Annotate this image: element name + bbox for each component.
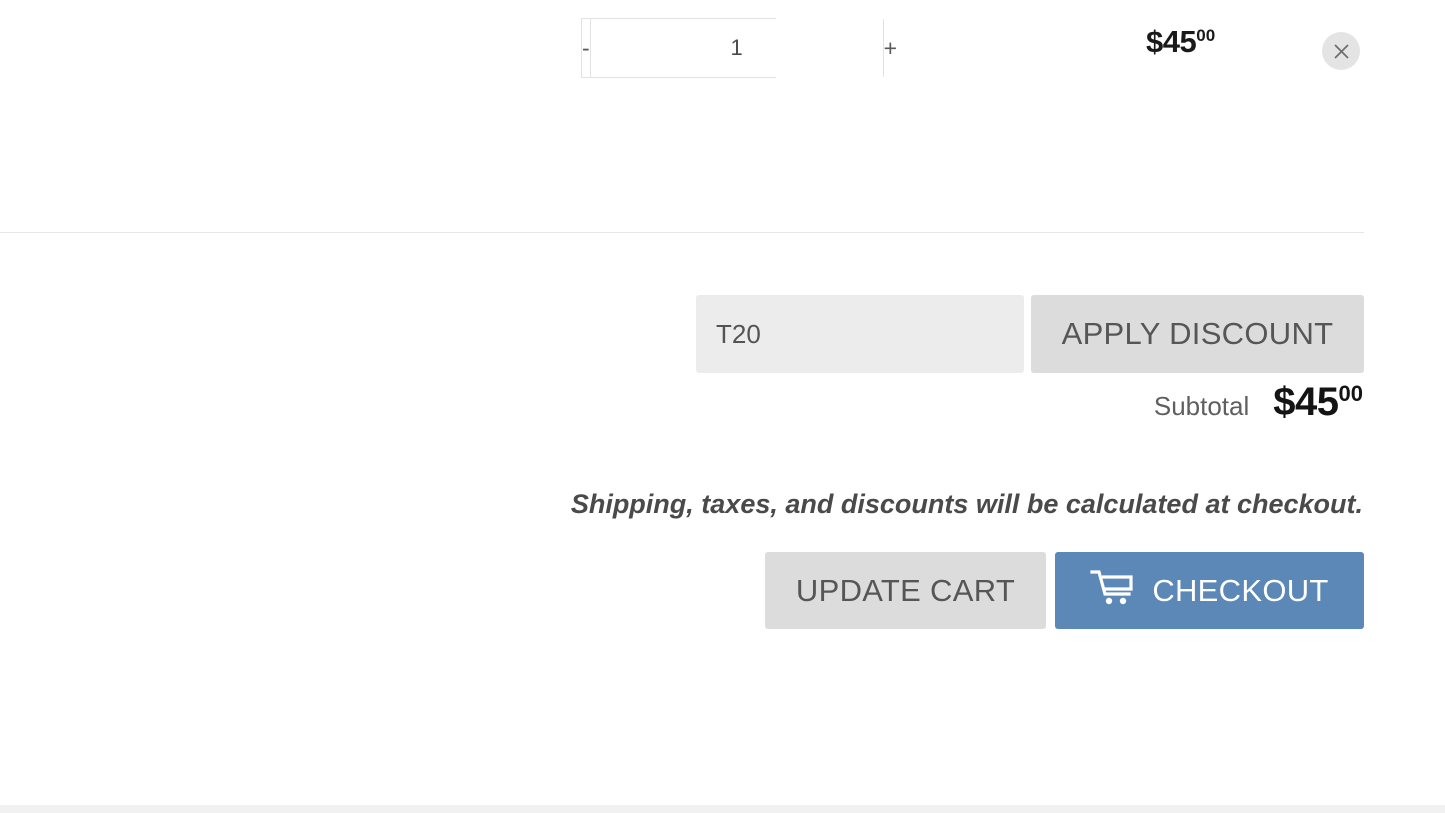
close-icon [1333,43,1350,60]
checkout-button[interactable]: CHECKOUT [1055,552,1364,629]
shopping-cart-icon [1090,569,1134,613]
line-item-price-dollars: $45 [1146,24,1197,59]
discount-row: APPLY DISCOUNT [696,295,1364,373]
page-bottom-strip [0,805,1445,813]
update-cart-button[interactable]: UPDATE CART [765,552,1046,629]
quantity-stepper[interactable]: - + [581,18,898,78]
subtotal-cents: 00 [1338,381,1363,406]
discount-code-input[interactable] [696,295,1024,373]
subtotal-label: Subtotal [1153,391,1250,421]
subtotal-amount: $4500 [1273,380,1363,425]
cart-divider [0,232,1364,233]
line-item-price-cents: 00 [1196,26,1216,45]
remove-item-button[interactable] [1322,32,1360,70]
checkout-note: Shipping, taxes, and discounts will be c… [570,489,1363,519]
apply-discount-button[interactable]: APPLY DISCOUNT [1031,295,1364,373]
subtotal-dollars: $45 [1273,380,1339,424]
line-item-price: $4500 [1146,24,1215,60]
checkout-button-label: CHECKOUT [1152,572,1329,608]
cart-actions: UPDATE CART CHECKOUT [765,552,1364,629]
cart-line-item-row: - + $4500 [0,0,1445,233]
quantity-decrease-button[interactable]: - [582,19,591,77]
quantity-input[interactable] [590,19,883,77]
subtotal-row: Subtotal $4500 [1154,380,1363,425]
quantity-increase-button[interactable]: + [882,19,898,77]
